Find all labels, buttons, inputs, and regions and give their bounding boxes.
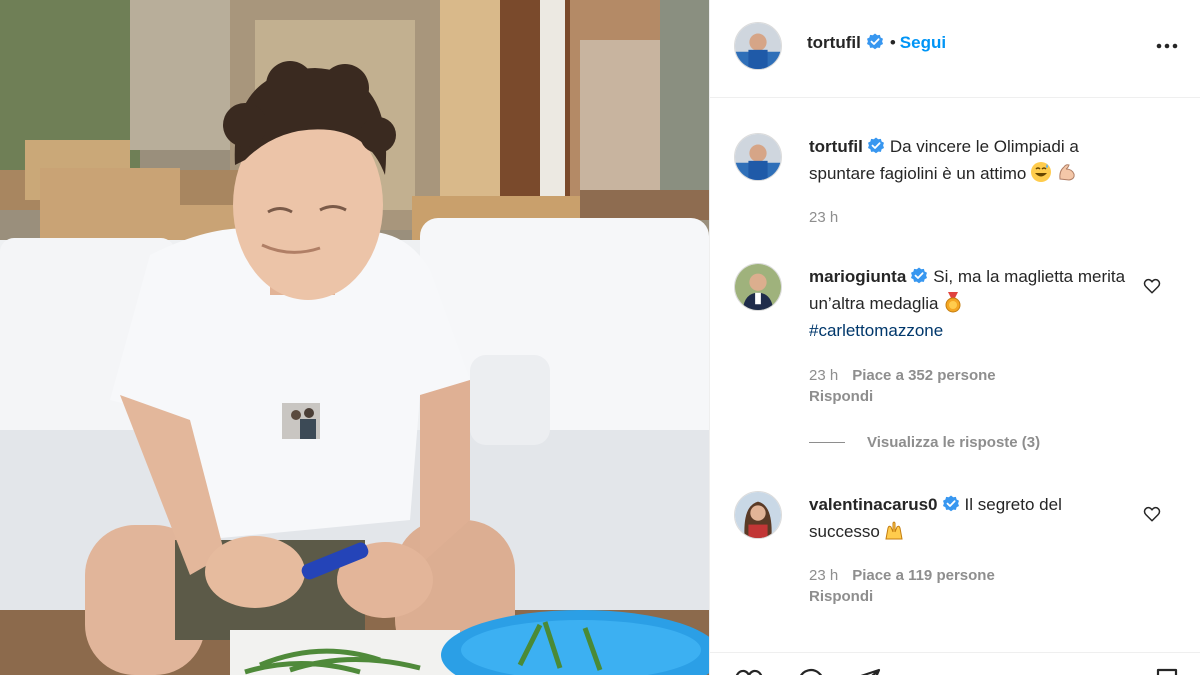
caption-avatar[interactable] <box>734 133 782 181</box>
comment-avatar-image <box>735 264 781 310</box>
author-avatar[interactable] <box>734 22 782 70</box>
verified-badge-icon <box>867 137 884 154</box>
follow-button[interactable]: Segui <box>900 33 946 52</box>
comment-text-block: mariogiunta Si, ma la maglietta merita u… <box>809 263 1129 344</box>
like-comment-heart-icon[interactable] <box>1143 277 1161 295</box>
verified-badge-icon <box>866 33 883 50</box>
more-options-icon[interactable] <box>1155 36 1179 56</box>
post-photo[interactable] <box>0 0 709 675</box>
comment-meta: 23 h Piace a 119 persone <box>809 567 995 584</box>
reply-button[interactable]: Rispondi <box>809 388 873 405</box>
comment-time: 23 h <box>809 367 839 384</box>
header-user-line: tortufil • Segui <box>807 33 946 53</box>
like-comment-heart-icon[interactable] <box>1143 505 1161 523</box>
header-separator: • <box>889 33 896 52</box>
view-replies-label: Visualizza le risposte (3) <box>867 434 1041 451</box>
view-replies-button[interactable]: Visualizza le risposte (3) <box>809 434 1040 451</box>
view-replies-divider <box>809 442 845 443</box>
comment-avatar-valentinacarus0[interactable] <box>734 491 782 539</box>
heart-icon[interactable] <box>734 667 764 675</box>
post-header: tortufil • Segui <box>710 0 1200 98</box>
caption-avatar-image <box>735 134 781 180</box>
caption-username[interactable]: tortufil <box>809 137 863 156</box>
caption-text-block: tortufil Da vincere le Olimpiadi a spunt… <box>809 133 1139 187</box>
verified-badge-icon <box>911 267 928 284</box>
comment-hashtag[interactable]: #carlettomazzone <box>809 321 943 340</box>
comment-meta: 23 h Piace a 352 persone <box>809 367 996 384</box>
comment-likes[interactable]: Piace a 352 persone <box>852 367 995 384</box>
header-username[interactable]: tortufil <box>807 33 861 52</box>
medal-emoji <box>945 292 961 313</box>
caption: tortufil Da vincere le Olimpiadi a spunt… <box>710 133 1200 233</box>
share-icon[interactable] <box>852 667 882 675</box>
comment-likes[interactable]: Piace a 119 persone <box>852 567 995 584</box>
photo-illustration <box>0 0 709 675</box>
comment-icon[interactable] <box>796 667 826 675</box>
comment-username[interactable]: valentinacarus0 <box>809 495 938 514</box>
action-bar <box>710 652 1200 675</box>
comment-avatar-mariogiunta[interactable] <box>734 263 782 311</box>
comment-time: 23 h <box>809 567 839 584</box>
reply-button[interactable]: Rispondi <box>809 588 873 605</box>
post-sidebar: tortufil • Segui tortufil Da vincere le … <box>709 0 1200 675</box>
comment-avatar-image <box>735 492 781 538</box>
author-avatar-image <box>735 23 781 69</box>
comment-text-block: valentinacarus0 Il segreto del successo <box>809 491 1129 545</box>
comment-item: valentinacarus0 Il segreto del successo … <box>710 491 1200 621</box>
raising-hands-emoji <box>885 521 903 540</box>
grinning-sweat-emoji <box>1031 162 1052 182</box>
verified-badge-icon <box>942 495 959 512</box>
comment-username[interactable]: mariogiunta <box>809 267 906 286</box>
flexed-biceps-emoji <box>1059 164 1075 181</box>
comment-item: mariogiunta Si, ma la maglietta merita u… <box>710 263 1200 433</box>
bookmark-icon[interactable] <box>1152 667 1182 675</box>
caption-time: 23 h <box>809 209 839 226</box>
